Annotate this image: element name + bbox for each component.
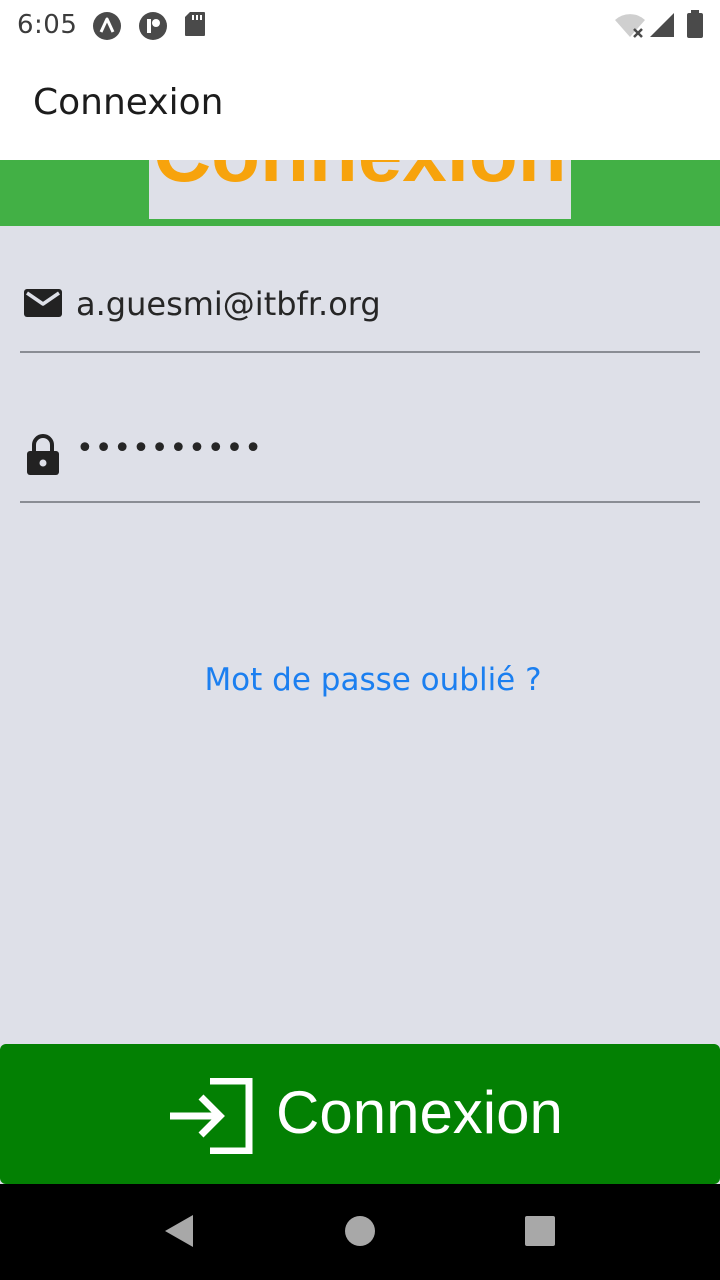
mail-icon — [24, 289, 62, 317]
status-time: 6:05 — [17, 10, 78, 40]
password-value: •••••••••• — [76, 431, 263, 466]
app-bar: Connexion — [0, 50, 720, 160]
login-arrow-icon — [170, 1078, 253, 1154]
header-title-box: Connexion — [149, 160, 571, 219]
cell-signal-icon — [650, 13, 674, 37]
email-field[interactable]: a.guesmi@itbfr.org — [20, 273, 700, 353]
password-field[interactable]: •••••••••• — [20, 423, 700, 503]
accessibility-a-icon — [93, 12, 121, 40]
battery-icon — [687, 10, 703, 38]
status-bar: 6:05 — [0, 0, 720, 50]
login-button-label: Connexion — [276, 1079, 563, 1146]
forgot-password-link[interactable]: Mot de passe oublié ? — [0, 662, 720, 698]
email-value: a.guesmi@itbfr.org — [76, 285, 381, 323]
login-button[interactable]: Connexion — [0, 1044, 720, 1184]
wifi-off-icon — [615, 14, 645, 38]
header-title: Connexion — [149, 160, 571, 200]
lock-icon — [27, 434, 59, 475]
app-title: Connexion — [33, 82, 224, 123]
recents-icon[interactable] — [524, 1215, 556, 1247]
sd-card-icon — [185, 12, 205, 36]
navigation-bar — [0, 1184, 720, 1280]
back-icon[interactable] — [163, 1214, 195, 1248]
app-p-icon — [139, 12, 167, 40]
home-icon[interactable] — [344, 1215, 376, 1247]
